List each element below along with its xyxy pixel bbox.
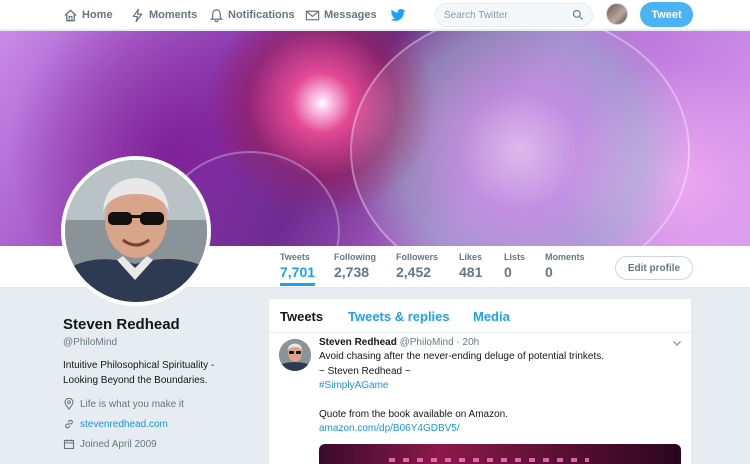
tweet-author[interactable]: Steven Redhead <box>319 337 397 348</box>
nav-messages[interactable]: Messages <box>305 0 377 30</box>
edit-profile-button[interactable]: Edit profile <box>615 256 693 280</box>
stat-likes[interactable]: Likes 481 <box>459 252 482 286</box>
tweet-avatar-photo <box>279 339 311 371</box>
profile-joined: Joined April 2009 <box>63 436 157 452</box>
nav-notifications-label: Notifications <box>228 9 295 21</box>
tweet-media-image[interactable] <box>319 444 681 464</box>
profile-name: Steven Redhead <box>63 316 180 333</box>
tweet-text-line: Avoid chasing after the never-ending del… <box>319 351 604 362</box>
profile-handle: @PhiloMind <box>63 337 118 348</box>
envelope-icon <box>305 10 320 20</box>
tweet-avatar[interactable] <box>279 339 311 371</box>
banner-decoration <box>350 31 690 246</box>
stat-value: 0 <box>504 264 512 280</box>
lightning-icon <box>132 8 143 22</box>
tweet-handle[interactable]: @PhiloMind <box>400 337 454 348</box>
stat-tweets[interactable]: Tweets 7,701 <box>280 252 316 286</box>
timeline: Tweets Tweets & replies Media Steven Red… <box>268 298 692 464</box>
calendar-icon <box>63 439 75 450</box>
twitter-bird-icon[interactable] <box>390 7 406 23</box>
stat-moments[interactable]: Moments 0 <box>545 252 585 286</box>
tweet-button[interactable]: Tweet <box>640 2 693 27</box>
nav-avatar[interactable] <box>606 3 628 25</box>
bell-icon <box>210 8 223 22</box>
tweet-text-line: Quote from the book available on Amazon. <box>319 409 509 420</box>
nav-home[interactable]: Home <box>63 0 113 30</box>
profile-bio: Intuitive Philosophical Spirituality - L… <box>63 360 215 386</box>
profile-location: Life is what you make it <box>63 396 184 412</box>
profile-website-link[interactable]: stevenredhead.com <box>80 419 168 430</box>
search-box[interactable] <box>435 3 593 27</box>
stat-value: 2,738 <box>334 264 370 280</box>
timeline-tabs: Tweets Tweets & replies Media <box>269 299 691 333</box>
profile-website[interactable]: stevenredhead.com <box>63 416 168 432</box>
location-pin-icon <box>64 398 74 410</box>
stat-label: Following <box>334 252 376 262</box>
profile-photo <box>65 160 207 302</box>
chevron-down-icon[interactable] <box>672 338 682 348</box>
stat-label: Lists <box>504 252 526 262</box>
profile-location-text: Life is what you make it <box>80 398 184 410</box>
nav-notifications[interactable]: Notifications <box>209 0 295 30</box>
stat-followers[interactable]: Followers 2,452 <box>396 252 438 286</box>
tweet-hashtag[interactable]: #SimplyAGame <box>319 380 388 391</box>
nav-home-label: Home <box>82 9 113 21</box>
search-icon[interactable] <box>572 9 584 21</box>
top-nav: Home Moments Notifications Messages Twee… <box>0 0 750 30</box>
profile-joined-text: Joined April 2009 <box>80 438 157 450</box>
tweet-text-line: ~ Steven Redhead ~ <box>319 366 411 377</box>
stat-following[interactable]: Following 2,738 <box>334 252 376 286</box>
nav-moments-label: Moments <box>149 9 198 21</box>
search-input[interactable] <box>444 9 564 21</box>
stat-label: Moments <box>545 252 585 262</box>
tweet-time[interactable]: · 20h <box>456 337 479 348</box>
stat-value: 2,452 <box>396 264 432 280</box>
link-icon <box>65 419 73 429</box>
nav-messages-label: Messages <box>324 9 377 21</box>
home-icon <box>64 8 77 21</box>
profile-avatar[interactable] <box>61 156 211 306</box>
stat-value: 7,701 <box>280 264 316 280</box>
stat-value: 0 <box>545 264 553 280</box>
stat-lists[interactable]: Lists 0 <box>504 252 525 286</box>
stat-value: 481 <box>459 264 483 280</box>
tweet-link[interactable]: amazon.com/dp/B06Y4GDBV5/ <box>319 423 460 434</box>
tab-tweets[interactable]: Tweets <box>280 309 323 324</box>
stat-label: Tweets <box>280 252 310 262</box>
tab-media[interactable]: Media <box>473 309 510 324</box>
tweet-header: Steven Redhead @PhiloMind · 20h <box>319 337 479 348</box>
stat-label: Likes <box>459 252 483 262</box>
stat-label: Followers <box>396 252 439 262</box>
tab-tweets-replies[interactable]: Tweets & replies <box>348 309 450 324</box>
nav-moments[interactable]: Moments <box>130 0 197 30</box>
